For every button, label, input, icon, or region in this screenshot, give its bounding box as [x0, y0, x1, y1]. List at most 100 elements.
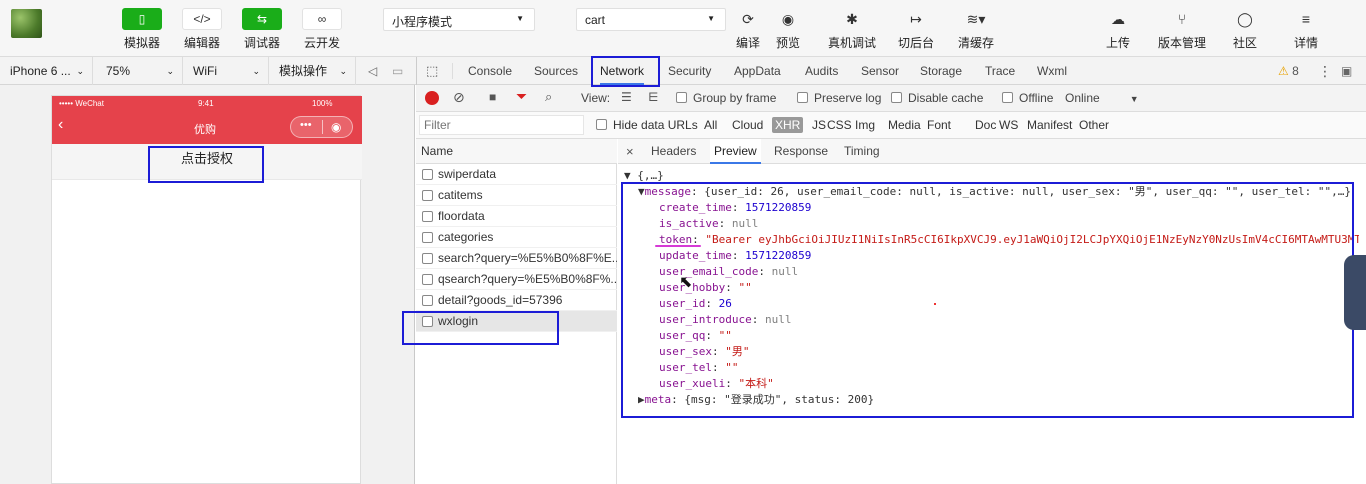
tab-storage[interactable]: Storage	[920, 57, 962, 85]
detail-tab-preview[interactable]: Preview	[710, 139, 761, 164]
request-row[interactable]: wxlogin	[416, 311, 617, 332]
checkbox[interactable]	[891, 92, 902, 103]
popout-icon[interactable]: ▭	[392, 57, 403, 85]
capsule-menu: ••• ◉	[290, 116, 353, 138]
json-meta-line[interactable]: ▶meta: {msg: "登录成功", status: 200}	[638, 392, 874, 408]
list-view-icon[interactable]: ☰	[621, 90, 632, 104]
checkbox[interactable]	[797, 92, 808, 103]
detail-tab-headers[interactable]: Headers	[651, 139, 696, 164]
json-message-line[interactable]: ▼message: {user_id: 26, user_email_code:…	[638, 184, 1351, 200]
disable-cache-toggle[interactable]: Disable cache	[891, 91, 983, 105]
request-row[interactable]: qsearch?query=%E5%B0%8F%...	[416, 269, 617, 290]
expand-triangle-icon: ▼	[638, 185, 645, 198]
checkbox[interactable]	[596, 119, 607, 130]
bug-icon: ✱	[846, 10, 858, 27]
background-button[interactable]: ↦ 切后台	[896, 8, 936, 51]
request-row[interactable]: floordata	[416, 206, 617, 227]
remote-debug-button[interactable]: ✱ 真机调试	[828, 8, 876, 51]
type-filter-other[interactable]: Other	[1079, 118, 1109, 132]
type-filter-manifest[interactable]: Manifest	[1027, 118, 1072, 132]
tab-sensor[interactable]: Sensor	[861, 57, 899, 85]
preserve-log-toggle[interactable]: Preserve log	[797, 91, 881, 105]
json-key: user_tel	[659, 361, 712, 374]
json-field-line: user_tel: ""	[659, 360, 738, 376]
inspect-icon[interactable]: ⬚	[426, 57, 438, 85]
offline-toggle[interactable]: Offline	[1002, 91, 1053, 105]
type-filter-media[interactable]: Media	[888, 118, 921, 132]
request-row[interactable]: search?query=%E5%B0%8F%E...	[416, 248, 617, 269]
dock-icon[interactable]: ▣	[1341, 57, 1352, 85]
type-filter-css[interactable]: CSS	[827, 118, 852, 132]
type-filter-doc[interactable]: Doc	[975, 118, 996, 132]
filter-funnel-icon[interactable]: ⏷	[516, 88, 527, 105]
more-options-icon[interactable]: ⋮	[1318, 57, 1332, 85]
request-row[interactable]: categories	[416, 227, 617, 248]
tab-appdata[interactable]: AppData	[734, 57, 781, 85]
json-field-line: update_time: 1571220859	[659, 248, 811, 264]
detail-tab-timing[interactable]: Timing	[844, 139, 880, 164]
side-handle[interactable]	[1344, 255, 1366, 330]
details-button[interactable]: ≡ 详情	[1286, 8, 1326, 51]
auth-button[interactable]: 点击授权	[52, 144, 362, 180]
close-target-icon[interactable]: ◉	[331, 120, 341, 134]
type-filter-cloud[interactable]: Cloud	[732, 118, 763, 132]
hide-data-urls-toggle[interactable]: Hide data URLs	[596, 118, 698, 132]
type-filter-all[interactable]: All	[704, 118, 717, 132]
editor-toggle-button[interactable]: </> 编辑器	[182, 8, 222, 51]
record-icon[interactable]	[425, 91, 439, 105]
json-token: :	[731, 201, 746, 214]
device-select[interactable]: iPhone 6 ... ⌄	[0, 57, 93, 85]
cloud-dev-button[interactable]: ∞ 云开发	[302, 8, 342, 51]
request-row[interactable]: detail?goods_id=57396	[416, 290, 617, 311]
group-by-frame-toggle[interactable]: Group by frame	[676, 91, 776, 105]
camera-icon[interactable]: ■	[489, 90, 496, 104]
waterfall-view-icon[interactable]: ⋿	[648, 90, 658, 104]
mode-select[interactable]: 小程序模式 ▼	[383, 8, 535, 31]
back-arrow-icon[interactable]: ‹	[58, 116, 63, 134]
tab-console[interactable]: Console	[468, 57, 512, 85]
checkbox[interactable]	[1002, 92, 1013, 103]
tab-sources[interactable]: Sources	[534, 57, 578, 85]
upload-button[interactable]: ☁ 上传	[1098, 8, 1138, 51]
preview-button[interactable]: ◉ 预览	[768, 8, 808, 51]
zoom-select[interactable]: 75% ⌄	[93, 57, 183, 85]
tab-security[interactable]: Security	[668, 57, 711, 85]
throttle-select[interactable]: Online ▼	[1065, 91, 1139, 105]
filter-input[interactable]	[419, 115, 584, 135]
more-dots-icon[interactable]: •••	[300, 119, 312, 131]
json-root-line[interactable]: ▼ {,…}	[624, 168, 664, 184]
tab-audits[interactable]: Audits	[805, 57, 838, 85]
close-icon[interactable]: ×	[626, 139, 634, 164]
phone-screen: ••••• WeChat 9:41 100% ‹ 优购 ••• ◉ 点击授权	[51, 95, 362, 484]
search-icon[interactable]: ⌕	[545, 89, 552, 105]
type-filter-font[interactable]: Font	[927, 118, 951, 132]
request-row[interactable]: swiperdata	[416, 164, 617, 185]
type-filter-img[interactable]: Img	[855, 118, 875, 132]
tab-network[interactable]: Network	[600, 57, 645, 85]
community-button[interactable]: ◯ 社区	[1225, 8, 1265, 51]
compile-select[interactable]: cart ▼	[576, 8, 726, 31]
volume-icon[interactable]: ◁	[368, 57, 377, 85]
sim-ops-select[interactable]: 模拟操作 ⌄	[269, 57, 356, 85]
simulator-toggle-button[interactable]: ▯ 模拟器	[122, 8, 162, 51]
checkbox[interactable]	[676, 92, 687, 103]
remote-debug-label: 真机调试	[827, 36, 876, 50]
status-battery: 100%	[312, 99, 333, 108]
warning-counter[interactable]: ⚠ 8	[1278, 57, 1299, 85]
version-button[interactable]: ⑂ 版本管理	[1158, 8, 1206, 51]
tab-trace[interactable]: Trace	[985, 57, 1015, 85]
type-filter-js[interactable]: JS	[812, 118, 826, 132]
clear-cache-button[interactable]: ≋▾ 清缓存	[956, 8, 996, 51]
phone-icon: ▯	[122, 8, 162, 30]
type-filter-xhr[interactable]: XHR	[772, 117, 804, 133]
chevron-down-icon: ▼	[516, 14, 524, 23]
tab-wxml[interactable]: Wxml	[1037, 57, 1067, 85]
request-row[interactable]: catitems	[416, 185, 617, 206]
network-select[interactable]: WiFi ⌄	[183, 57, 269, 85]
user-avatar[interactable]	[11, 9, 42, 38]
debugger-toggle-button[interactable]: ⇆ 调试器	[242, 8, 282, 51]
name-column-header[interactable]: Name	[416, 139, 617, 164]
type-filter-ws[interactable]: WS	[999, 118, 1018, 132]
detail-tab-response[interactable]: Response	[774, 139, 828, 164]
clear-icon[interactable]: ⊘	[453, 89, 465, 106]
